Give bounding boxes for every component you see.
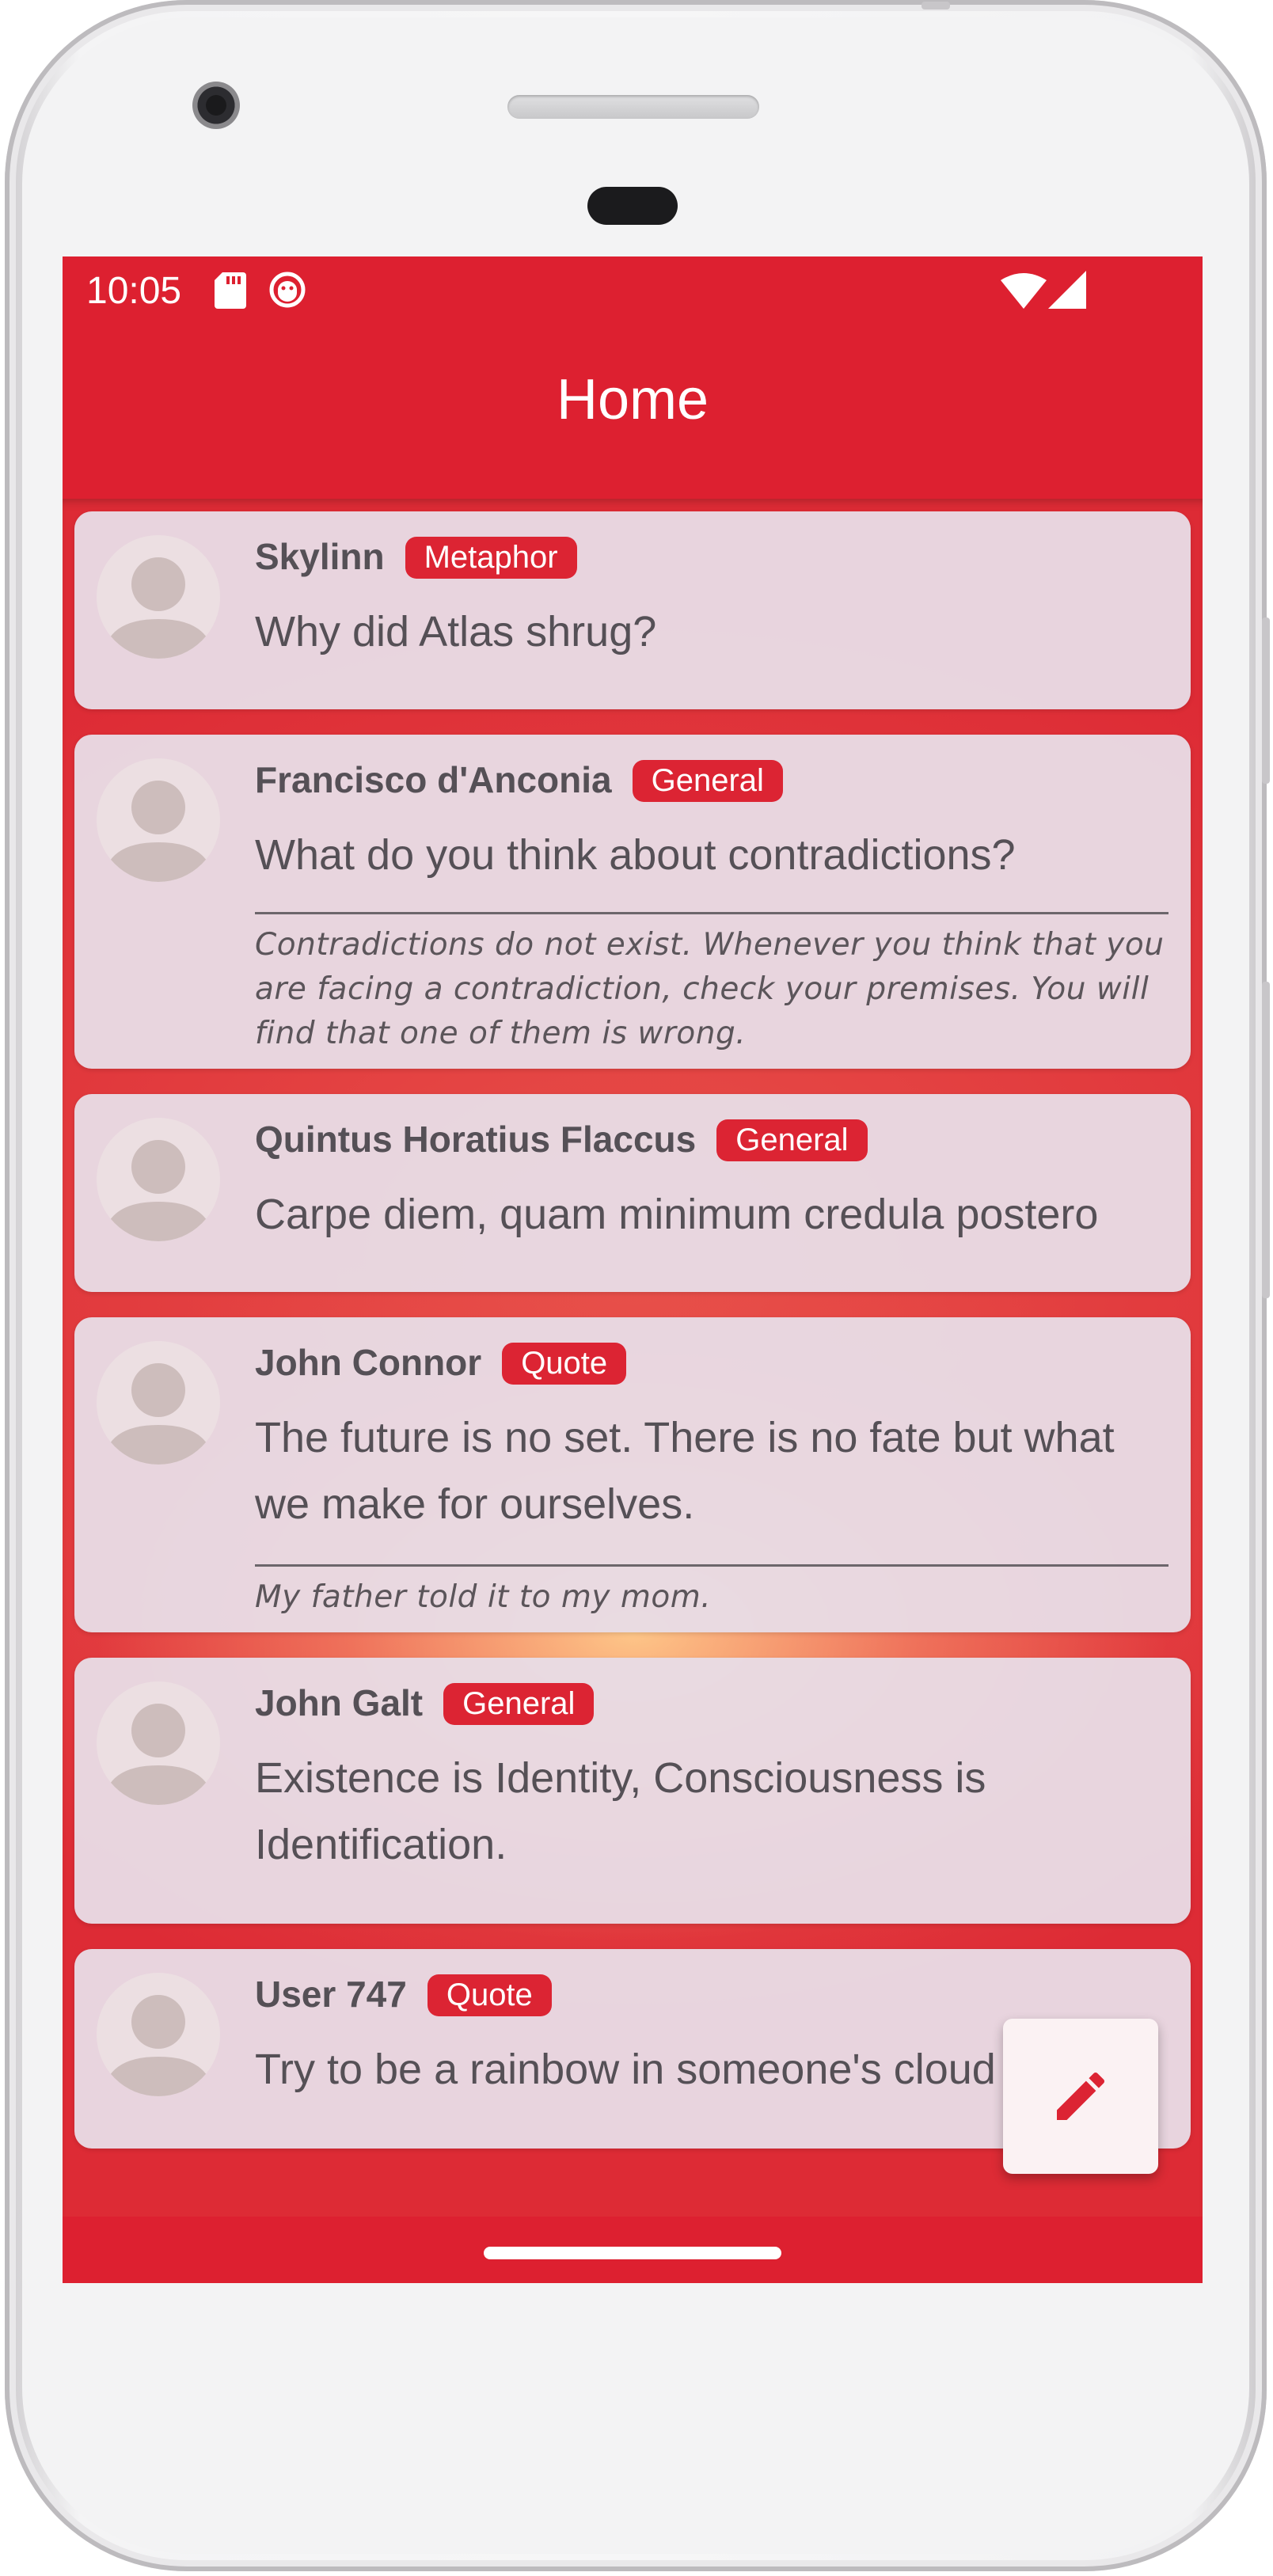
debug-icon — [269, 272, 306, 308]
tag-badge: Metaphor — [405, 537, 577, 579]
earpiece-speaker — [507, 95, 759, 119]
avatar — [97, 1973, 220, 2096]
person-icon — [103, 1995, 214, 2096]
navigation-bar — [63, 2217, 1203, 2283]
person-icon — [103, 1140, 214, 1241]
avatar — [97, 535, 220, 659]
post-question: Existence is Identity, Consciousness is … — [255, 1754, 986, 1868]
tag-badge: Quote — [427, 1974, 552, 2016]
post-list[interactable]: Skylinn Metaphor Why did Atlas shrug? Fra… — [63, 499, 1203, 2217]
post-card[interactable]: Quintus Horatius Flaccus General Carpe di… — [74, 1094, 1191, 1292]
top-button — [922, 2, 950, 9]
page-title: Home — [556, 368, 709, 431]
post-card[interactable]: Francisco d'Anconia General What do you t… — [74, 735, 1191, 1069]
author-name: Francisco d'Anconia — [255, 759, 612, 800]
sd-card-icon — [215, 272, 246, 309]
proximity-sensor — [587, 187, 678, 225]
author-name: User 747 — [255, 1974, 407, 2015]
person-icon — [103, 557, 214, 659]
post-question: Carpe diem, quam minimum credula postero — [255, 1191, 1099, 1238]
person-icon — [103, 1363, 214, 1465]
post-author: User 747 Quote — [255, 1973, 552, 2016]
tag-badge: General — [443, 1683, 595, 1725]
cell-signal-icon — [1048, 271, 1086, 309]
new-post-button[interactable] — [1003, 2019, 1158, 2174]
author-name: John Connor — [255, 1342, 482, 1383]
person-icon — [103, 1704, 214, 1805]
front-camera — [192, 82, 240, 129]
author-name: John Galt — [255, 1682, 424, 1723]
avatar — [97, 1341, 220, 1465]
answer-divider — [255, 912, 1168, 914]
post-answer: Contradictions do not exist. Whenever yo… — [255, 927, 1165, 1051]
app-bar: Home — [63, 323, 1203, 499]
post-question: What do you think about contradictions? — [255, 831, 1016, 879]
avatar — [97, 758, 220, 882]
screen: 10:05 Home Skylinn Metaphor Why did Atla… — [63, 256, 1203, 2283]
post-author: John Galt General — [255, 1681, 595, 1725]
tag-badge: General — [716, 1119, 868, 1161]
status-time: 10:05 — [86, 270, 182, 312]
answer-divider — [255, 1564, 1168, 1567]
pencil-edit-icon — [1057, 2072, 1105, 2120]
person-icon — [103, 781, 214, 882]
tag-badge: Quote — [502, 1343, 627, 1385]
avatar — [97, 1118, 220, 1241]
avatar — [97, 1681, 220, 1805]
author-name: Skylinn — [255, 536, 385, 577]
wifi-icon — [1001, 273, 1047, 309]
power-button — [1262, 617, 1270, 784]
post-question: The future is no set. There is no fate b… — [255, 1414, 1115, 1528]
post-card[interactable]: John Galt General Existence is Identity, … — [74, 1658, 1191, 1924]
post-answer: My father told it to my mom. — [255, 1579, 712, 1615]
post-card[interactable]: Skylinn Metaphor Why did Atlas shrug? — [74, 511, 1191, 709]
tag-badge: General — [632, 760, 783, 802]
volume-button — [1262, 982, 1270, 1298]
post-author: John Connor Quote — [255, 1341, 627, 1385]
home-gesture-bar[interactable] — [484, 2247, 781, 2259]
post-author: Quintus Horatius Flaccus General — [255, 1118, 868, 1161]
post-author: Francisco d'Anconia General — [255, 758, 783, 802]
post-question: Why did Atlas shrug? — [255, 608, 657, 655]
post-card[interactable]: John Connor Quote The future is no set. T… — [74, 1317, 1191, 1632]
author-name: Quintus Horatius Flaccus — [255, 1119, 697, 1160]
status-bar: 10:05 — [63, 256, 1203, 323]
post-author: Skylinn Metaphor — [255, 535, 577, 579]
